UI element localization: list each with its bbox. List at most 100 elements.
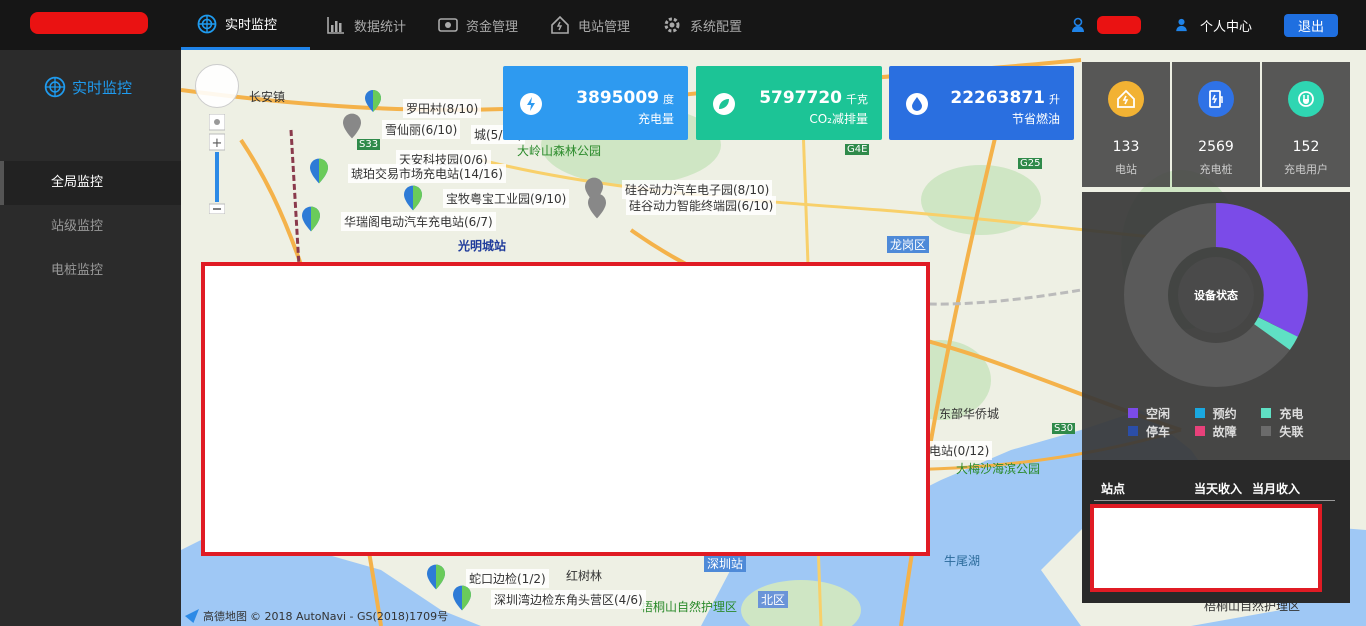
count-card-stations: 133 电站 bbox=[1082, 62, 1170, 187]
legend-reserved: 预约 bbox=[1194, 404, 1262, 422]
station-label[interactable]: 电站(0/12) bbox=[926, 441, 993, 460]
map-copyright: © 2018 AutoNavi - GS(2018)1709号 bbox=[250, 610, 449, 623]
sidebar: 实时监控 全局监控 站级监控 电桩监控 bbox=[0, 50, 181, 626]
map-place: 东部华侨城 bbox=[939, 407, 1000, 421]
sidebar-item-pile-monitor[interactable]: 电桩监控 bbox=[0, 249, 181, 293]
nav-label: 实时监控 bbox=[225, 18, 278, 33]
sidebar-item-station-monitor[interactable]: 站级监控 bbox=[0, 205, 181, 249]
redacted-map-region bbox=[201, 262, 930, 556]
station-pin[interactable] bbox=[310, 157, 328, 185]
bolt-icon bbox=[520, 93, 542, 115]
charge-value: 3895009 bbox=[576, 88, 659, 108]
station-pin[interactable] bbox=[365, 90, 381, 112]
main-nav: 实时监控 数据统计 资金管理 电站管理 系统配置 bbox=[181, 0, 758, 50]
road-badge: S33 bbox=[357, 139, 381, 150]
charger-icon bbox=[1198, 81, 1234, 117]
station-icon bbox=[1108, 81, 1144, 117]
fuel-unit: 升 bbox=[1049, 93, 1060, 106]
station-label[interactable]: 硅谷动力智能终端园(6/10) bbox=[626, 196, 777, 215]
legend-parking: 停车 bbox=[1128, 422, 1195, 440]
map-place: 龙岗区 bbox=[887, 236, 930, 253]
stat-card-co2: 5797720 千克 CO₂减排量 bbox=[696, 66, 882, 140]
stat-card-charge: 3895009 度 充电量 bbox=[503, 66, 688, 140]
co2-label: CO₂减排量 bbox=[809, 112, 868, 126]
nav-label: 系统配置 bbox=[690, 19, 743, 35]
col-station: 站点 bbox=[1101, 482, 1126, 496]
station-pin[interactable] bbox=[302, 205, 320, 233]
user-count-label: 充电用户 bbox=[1284, 163, 1328, 176]
map-place: 长安镇 bbox=[249, 90, 286, 104]
co2-value: 5797720 bbox=[759, 88, 842, 108]
nav-data-stats[interactable]: 数据统计 bbox=[310, 0, 422, 50]
legend-idle: 空闲 bbox=[1128, 404, 1195, 422]
redacted-logo bbox=[30, 12, 148, 34]
station-label[interactable]: 华瑞阁电动汽车充电站(6/7) bbox=[341, 212, 496, 231]
user-icon[interactable] bbox=[1071, 17, 1085, 33]
amap-logo-text: 高德地图 bbox=[203, 610, 247, 623]
station-pin[interactable] bbox=[588, 192, 606, 220]
sidebar-item-global-monitor[interactable]: 全局监控 bbox=[0, 161, 181, 205]
nav-label: 电站管理 bbox=[578, 19, 631, 35]
plug-icon bbox=[1288, 81, 1324, 117]
svg-text:+: + bbox=[212, 136, 223, 151]
gear-icon bbox=[664, 17, 680, 33]
nav-label: 数据统计 bbox=[354, 19, 407, 35]
station-label[interactable]: 蛇口边检(1/2) bbox=[466, 569, 549, 588]
map-place: 红树林 bbox=[566, 569, 603, 583]
station-label[interactable]: 琥珀交易市场充电站(14/16) bbox=[348, 164, 506, 183]
user-center-label: 个人中心 bbox=[1199, 19, 1252, 35]
money-icon bbox=[438, 18, 458, 32]
user-center-link[interactable]: 个人中心 bbox=[1175, 16, 1252, 35]
station-count-label: 电站 bbox=[1115, 163, 1137, 176]
map-place: 北区 bbox=[758, 591, 789, 608]
count-card-users: 152 充电用户 bbox=[1262, 62, 1350, 187]
station-label[interactable]: 雪仙丽(6/10) bbox=[382, 120, 461, 139]
station-pin[interactable] bbox=[404, 184, 422, 212]
station-label[interactable]: 宝牧粤宝工业园(9/10) bbox=[443, 189, 570, 208]
target-icon bbox=[197, 14, 217, 33]
station-pin[interactable] bbox=[343, 112, 361, 140]
redacted-income-rows bbox=[1090, 504, 1322, 592]
fuel-label: 节省燃油 bbox=[1011, 112, 1060, 126]
user-area: 个人中心 退出 bbox=[1071, 0, 1366, 50]
sidebar-title: 实时监控 bbox=[44, 76, 132, 98]
legend-fault: 故障 bbox=[1194, 422, 1262, 440]
target-icon bbox=[44, 76, 66, 98]
person-icon bbox=[1176, 18, 1187, 32]
income-table-header: 站点 当天收入 当月收入 bbox=[1094, 480, 1335, 501]
map-place: 光明城站 bbox=[458, 239, 507, 253]
charger-count: 2569 bbox=[1198, 139, 1234, 155]
station-pin[interactable] bbox=[453, 584, 471, 612]
redacted-username bbox=[1096, 16, 1141, 34]
station-label[interactable]: 深圳湾边检东角头营区(4/6) bbox=[491, 590, 646, 609]
device-status-panel: 设备状态 空闲 预约 充电 停车 故障 失联 站点 当天收入 当月收入 bbox=[1082, 192, 1350, 603]
station-label[interactable]: 罗田村(8/10) bbox=[403, 99, 482, 118]
pan-control[interactable] bbox=[195, 64, 239, 108]
legend-charging: 充电 bbox=[1261, 404, 1328, 422]
bar-chart-icon bbox=[327, 17, 344, 34]
col-daily-income: 当天收入 bbox=[1194, 482, 1243, 496]
map-place: 梧桐山自然护理区 bbox=[641, 600, 738, 614]
amap-logo-icon bbox=[185, 609, 199, 623]
station-pin[interactable] bbox=[427, 563, 445, 591]
logout-button[interactable]: 退出 bbox=[1283, 13, 1338, 37]
charge-label: 充电量 bbox=[637, 112, 674, 126]
fuel-value: 22263871 bbox=[950, 88, 1045, 108]
nav-station-management[interactable]: 电站管理 bbox=[534, 0, 646, 50]
leaf-icon bbox=[713, 93, 735, 115]
zoom-slider[interactable]: + bbox=[209, 114, 225, 214]
top-navbar: 实时监控 数据统计 资金管理 电站管理 系统配置 个人中心 退出 bbox=[0, 0, 1366, 50]
count-card-chargers: 2569 充电桩 bbox=[1172, 62, 1260, 187]
station-count: 133 bbox=[1112, 139, 1140, 155]
nav-system-config[interactable]: 系统配置 bbox=[646, 0, 758, 50]
charger-count-label: 充电桩 bbox=[1199, 163, 1233, 176]
drop-icon bbox=[906, 93, 928, 115]
map-place: 牛尾湖 bbox=[944, 554, 981, 568]
road-badge: S30 bbox=[1052, 423, 1076, 434]
map-view[interactable]: + 长安镇 光明城站 大岭山森林公园 龙岗区 东部华侨城 大梅沙海滨公园 牛尾湖… bbox=[181, 50, 1366, 626]
nav-realtime-monitor[interactable]: 实时监控 bbox=[181, 0, 310, 50]
map-place: 深圳站 bbox=[704, 555, 747, 572]
map-attribution: 高德地图 © 2018 AutoNavi - GS(2018)1709号 bbox=[185, 608, 448, 624]
col-monthly-income: 当月收入 bbox=[1252, 482, 1301, 496]
nav-fund-management[interactable]: 资金管理 bbox=[422, 0, 534, 50]
